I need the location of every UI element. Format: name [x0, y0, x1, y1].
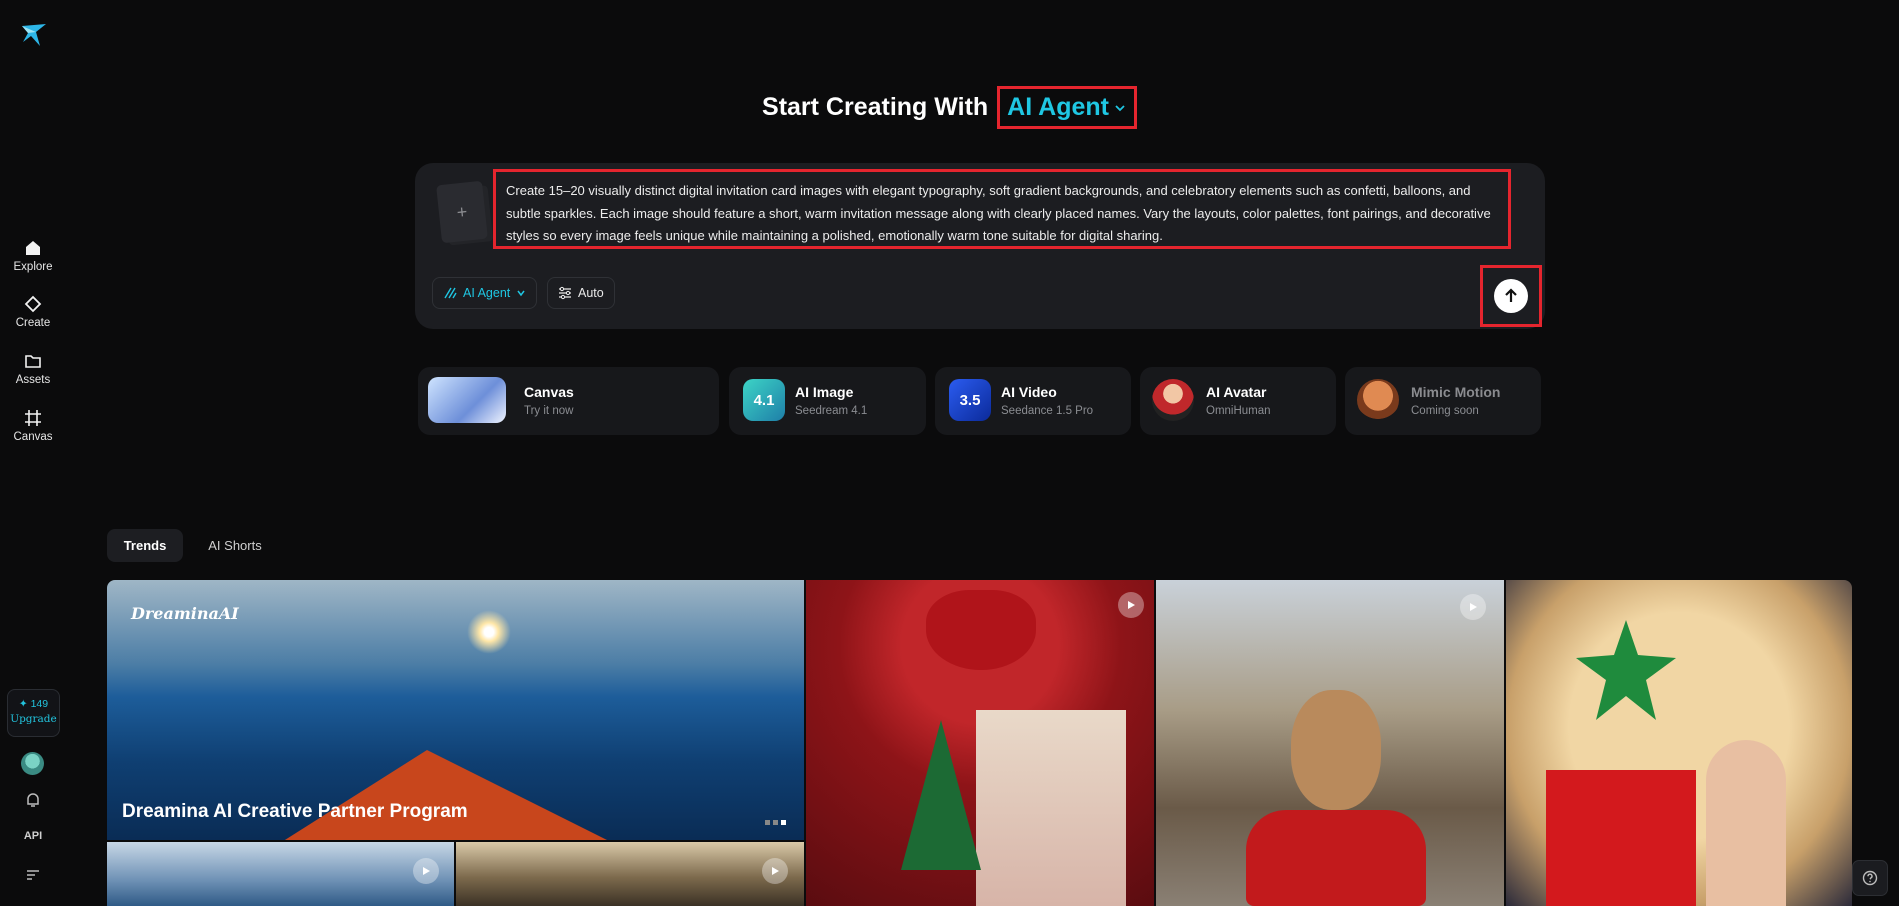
prompt-input[interactable]: Create 15–20 visually distinct digital i… [493, 169, 1511, 249]
tool-subtitle: Try it now [524, 405, 574, 417]
carousel-dot[interactable] [781, 820, 786, 825]
agent-mode-chip[interactable]: AI Agent [432, 277, 538, 309]
tool-card-mimic-motion: Mimic Motion Coming soon [1345, 367, 1541, 435]
sidebar-item-explore[interactable]: Explore [0, 238, 66, 273]
sidebar-item-canvas[interactable]: Canvas [0, 408, 66, 443]
red-car-shape [1246, 810, 1426, 906]
dreamina-logo-icon[interactable] [20, 22, 48, 48]
canvas-thumbnail [428, 377, 506, 423]
chevron-down-icon [1115, 104, 1125, 111]
menu-icon[interactable] [25, 868, 41, 882]
play-icon[interactable] [762, 858, 788, 884]
tree-shape [901, 720, 981, 870]
gallery-tile[interactable] [456, 842, 804, 906]
arrow-up-icon [1505, 288, 1517, 302]
sidebar-item-label: Assets [15, 374, 51, 386]
play-icon[interactable] [413, 858, 439, 884]
banner-title: Dreamina AI Creative Partner Program [122, 801, 468, 822]
card-shape [976, 710, 1126, 906]
chevron-down-icon [517, 290, 525, 297]
banner-creative-partner[interactable]: DreaminaAI Dreamina AI Creative Partner … [107, 580, 804, 840]
gallery-tile[interactable] [107, 842, 454, 906]
sidebar-item-create[interactable]: Create [0, 294, 66, 329]
banner-logo: DreaminaAI [131, 604, 239, 623]
canvas-icon [23, 408, 43, 428]
prompt-composer: + Create 15–20 visually distinct digital… [415, 163, 1545, 329]
play-icon[interactable] [1118, 592, 1144, 618]
tool-title: AI Video [1001, 384, 1057, 400]
tab-trends[interactable]: Trends [107, 529, 183, 562]
play-icon[interactable] [1460, 594, 1486, 620]
gift-box-shape [1546, 770, 1696, 906]
diamond-icon [23, 294, 43, 314]
upgrade-label: Upgrade [10, 713, 57, 725]
gallery-tile[interactable] [1506, 580, 1852, 906]
settings-label: Auto [578, 286, 604, 300]
gallery-tile[interactable] [1156, 580, 1504, 906]
mode-dropdown[interactable]: AI Agent [997, 86, 1137, 129]
sidebar: Explore Create Assets Canvas ✦ 149 Upgra… [0, 0, 66, 906]
help-icon [1862, 870, 1878, 886]
page-title: Start Creating With AI Agent [0, 86, 1899, 129]
credits-upgrade-button[interactable]: ✦ 149 Upgrade [7, 689, 60, 737]
sidebar-item-label: Create [15, 317, 51, 329]
sliders-icon [559, 286, 571, 300]
carousel-dot[interactable] [773, 820, 778, 825]
tool-card-ai-image[interactable]: 4.1 AI Image Seedream 4.1 [729, 367, 926, 435]
headline-prefix: Start Creating With [762, 93, 989, 121]
seedance-icon: 3.5 [949, 379, 991, 421]
carousel-dots[interactable] [765, 820, 786, 825]
add-reference-image-button[interactable]: + [436, 180, 488, 244]
avatar-thumbnail [1152, 379, 1194, 421]
tool-title: AI Image [795, 384, 854, 400]
tool-subtitle: Seedream 4.1 [795, 405, 868, 417]
tool-card-canvas[interactable]: Canvas Try it now [418, 367, 719, 435]
sidebar-item-label: Canvas [13, 431, 53, 443]
red-path [277, 750, 617, 840]
send-button-highlight [1480, 265, 1542, 327]
folder-icon [23, 351, 43, 371]
agent-mode-label: AI Agent [463, 286, 511, 300]
avatar[interactable] [21, 752, 44, 775]
tool-card-ai-video[interactable]: 3.5 AI Video Seedance 1.5 Pro [935, 367, 1131, 435]
help-button[interactable] [1852, 860, 1888, 896]
carousel-dot[interactable] [765, 820, 770, 825]
person-shape [1706, 740, 1786, 906]
tool-card-ai-avatar[interactable]: AI Avatar OmniHuman [1140, 367, 1336, 435]
mode-label: AI Agent [1007, 93, 1109, 121]
tab-ai-shorts[interactable]: AI Shorts [195, 529, 275, 562]
sidebar-item-assets[interactable]: Assets [0, 351, 66, 386]
settings-chip[interactable]: Auto [547, 277, 615, 309]
tool-subtitle: Seedance 1.5 Pro [1001, 405, 1094, 417]
tool-subtitle: Coming soon [1411, 405, 1479, 417]
tool-title: Canvas [524, 384, 574, 400]
seedream-icon: 4.1 [743, 379, 785, 421]
send-button[interactable] [1494, 279, 1528, 313]
star-balloon-shape [1576, 620, 1676, 720]
tool-subtitle: OmniHuman [1206, 405, 1271, 417]
bow-shape [926, 590, 1036, 670]
agent-icon [444, 287, 457, 299]
plus-icon: + [455, 201, 469, 222]
tool-title: Mimic Motion [1411, 384, 1501, 400]
tool-title: AI Avatar [1206, 384, 1267, 400]
dog-shape [1291, 690, 1381, 810]
mimic-motion-thumbnail [1357, 379, 1399, 421]
api-link[interactable]: API [0, 830, 66, 842]
credits-count: ✦ 149 [18, 698, 49, 710]
gallery-tile[interactable] [806, 580, 1154, 906]
star-glow [467, 610, 511, 654]
sidebar-item-label: Explore [13, 261, 53, 273]
home-icon [23, 238, 43, 258]
bell-icon[interactable] [24, 791, 42, 809]
